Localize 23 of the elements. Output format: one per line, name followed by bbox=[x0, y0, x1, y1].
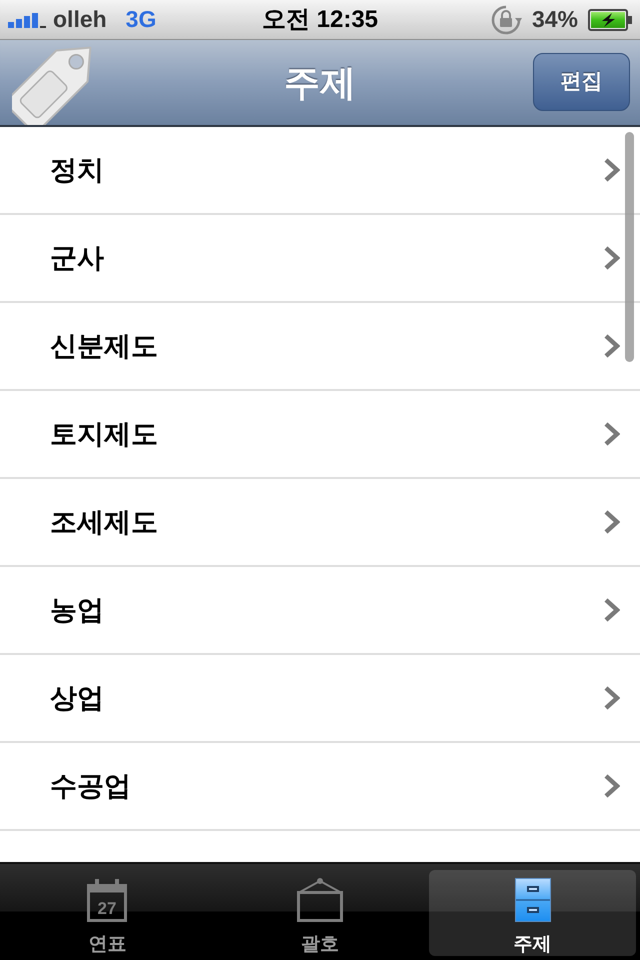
tab[interactable]: 주제 bbox=[429, 870, 636, 956]
chevron-icon bbox=[604, 422, 620, 446]
chevron-icon bbox=[604, 774, 620, 798]
chevron-icon bbox=[604, 686, 620, 710]
calendar-date: 27 bbox=[98, 899, 117, 918]
chevron-icon bbox=[604, 334, 620, 358]
rotation-lock-icon bbox=[490, 4, 522, 36]
network-type: 3G bbox=[126, 8, 156, 31]
carrier-name: olleh bbox=[53, 8, 107, 31]
filing-cabinet-icon bbox=[514, 878, 551, 922]
edit-button[interactable]: 편집 bbox=[533, 53, 630, 111]
picture-frame-icon bbox=[296, 878, 344, 922]
calendar-icon bbox=[87, 879, 128, 922]
battery-percent: 34% bbox=[532, 8, 578, 31]
tab[interactable]: 27 연표 bbox=[4, 870, 211, 956]
navigation-title: 주제 bbox=[284, 64, 356, 100]
chevron-icon bbox=[604, 510, 620, 534]
clock: 오전 12:35 bbox=[262, 8, 378, 32]
chevron-icon bbox=[604, 246, 620, 270]
tab[interactable]: 괄호 bbox=[216, 870, 424, 956]
chevron-icon bbox=[604, 598, 620, 622]
signal-icon bbox=[8, 11, 46, 28]
chevron-icon bbox=[604, 158, 620, 182]
